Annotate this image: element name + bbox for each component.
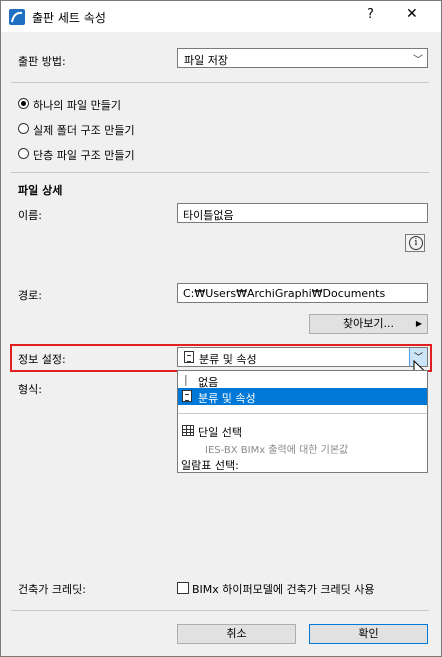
chevron-down-icon: ﹀ [413,55,423,66]
dialog-window: 출판 세트 속성 ? ✕ 출판 방법: 파일 저장 ﹀ 하나의 파일 만들기 실… [0,0,442,657]
info-settings-label: 정보 설정: [18,353,66,366]
info-settings-value: 분류 및 속성 [199,353,257,366]
publish-method-label: 출판 방법: [18,55,66,68]
divider [11,82,429,83]
document-icon [184,351,194,363]
browse-button[interactable]: 찾아보기... ▶ [309,314,428,334]
dropdown-item-none[interactable]: | 없음 [178,372,427,389]
cursor-bar-icon: | [184,373,188,386]
dropdown-divider [178,413,427,414]
radio-flat-structure-label: 단층 파일 구조 만들기 [33,149,135,162]
info-settings-select[interactable]: 분류 및 속성 ﹀ [177,347,428,367]
radio-folder-structure[interactable] [18,123,29,134]
publish-method-value: 파일 저장 [184,54,228,67]
browse-button-label: 찾아보기... [343,317,394,330]
divider [11,172,429,173]
document-icon [182,390,192,402]
title-bar: 출판 세트 속성 ? ✕ [1,1,441,32]
divider [11,610,429,611]
dropdown-item-single-select[interactable]: 단일 선택 [178,423,427,440]
architect-credit-checkbox-label: BIMx 하이퍼모델에 건축가 크레딧 사용 [192,583,375,596]
path-label: 경로: [18,289,42,302]
radio-folder-structure-label: 실제 폴더 구조 만들기 [33,124,135,137]
name-label: 이름: [18,209,42,222]
single-select-description: IES-BX BIMx 출력에 대한 기본값 [205,445,349,456]
close-button[interactable]: ✕ [406,6,418,22]
ok-button[interactable]: 확인 [309,624,428,644]
dropdown-item-classification[interactable]: 분류 및 속성 [178,388,427,405]
info-settings-dropdown: | 없음 분류 및 속성 단일 선택 IES-BX BIMx 출력에 대한 기본… [177,370,428,473]
file-details-heading: 파일 상세 [18,184,63,197]
help-button[interactable]: ? [367,7,374,22]
table-icon [182,425,194,436]
radio-flat-structure[interactable] [18,148,29,159]
triangle-right-icon: ▶ [415,319,422,328]
format-label: 형식: [18,383,42,396]
radio-single-file-label: 하나의 파일 만들기 [33,99,121,112]
architect-credit-checkbox[interactable] [177,582,189,594]
info-button[interactable]: i [405,234,425,252]
radio-single-file[interactable] [18,98,29,109]
cancel-button[interactable]: 취소 [177,624,296,644]
dropdown-item-schedule-select[interactable]: 일람표 선택: [181,457,239,473]
publish-method-select[interactable]: 파일 저장 ﹀ [177,48,428,68]
window-title: 출판 세트 속성 [32,11,106,25]
archicad-icon [9,9,25,25]
path-field[interactable]: C:₩Users₩ArchiGraphi₩Documents [177,283,428,303]
architect-credit-label: 건축가 크레딧: [18,583,86,596]
name-field[interactable]: 타이틀없음 [177,203,428,223]
info-icon: i [409,236,423,250]
